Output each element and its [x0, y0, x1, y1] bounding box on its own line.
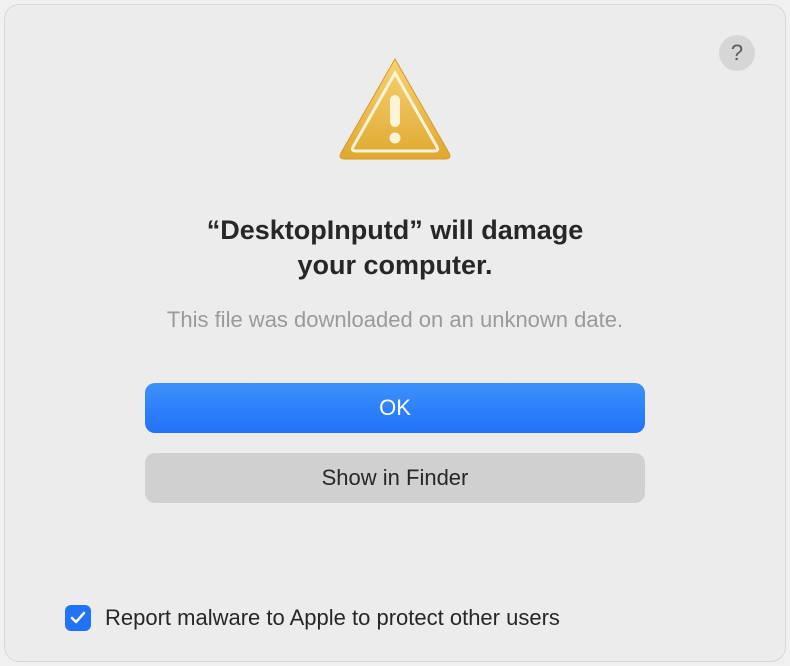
icon-container [65, 55, 725, 163]
checkbox-label: Report malware to Apple to protect other… [105, 605, 560, 631]
dialog-title: “DesktopInputd” will damage your compute… [65, 213, 725, 283]
alert-dialog: ? “DesktopInputd” will damage your compu… [5, 5, 785, 661]
ok-button[interactable]: OK [145, 383, 645, 433]
warning-icon [335, 55, 455, 163]
button-stack: OK Show in Finder [65, 383, 725, 503]
dialog-subtitle: This file was downloaded on an unknown d… [65, 307, 725, 333]
help-button[interactable]: ? [719, 35, 755, 71]
title-line-2: your computer. [65, 248, 725, 283]
checkbox-row: Report malware to Apple to protect other… [65, 605, 725, 631]
help-icon: ? [731, 40, 743, 66]
title-line-1: “DesktopInputd” will damage [65, 213, 725, 248]
checkmark-icon [69, 609, 87, 627]
show-in-finder-button[interactable]: Show in Finder [145, 453, 645, 503]
report-malware-checkbox[interactable] [65, 605, 91, 631]
